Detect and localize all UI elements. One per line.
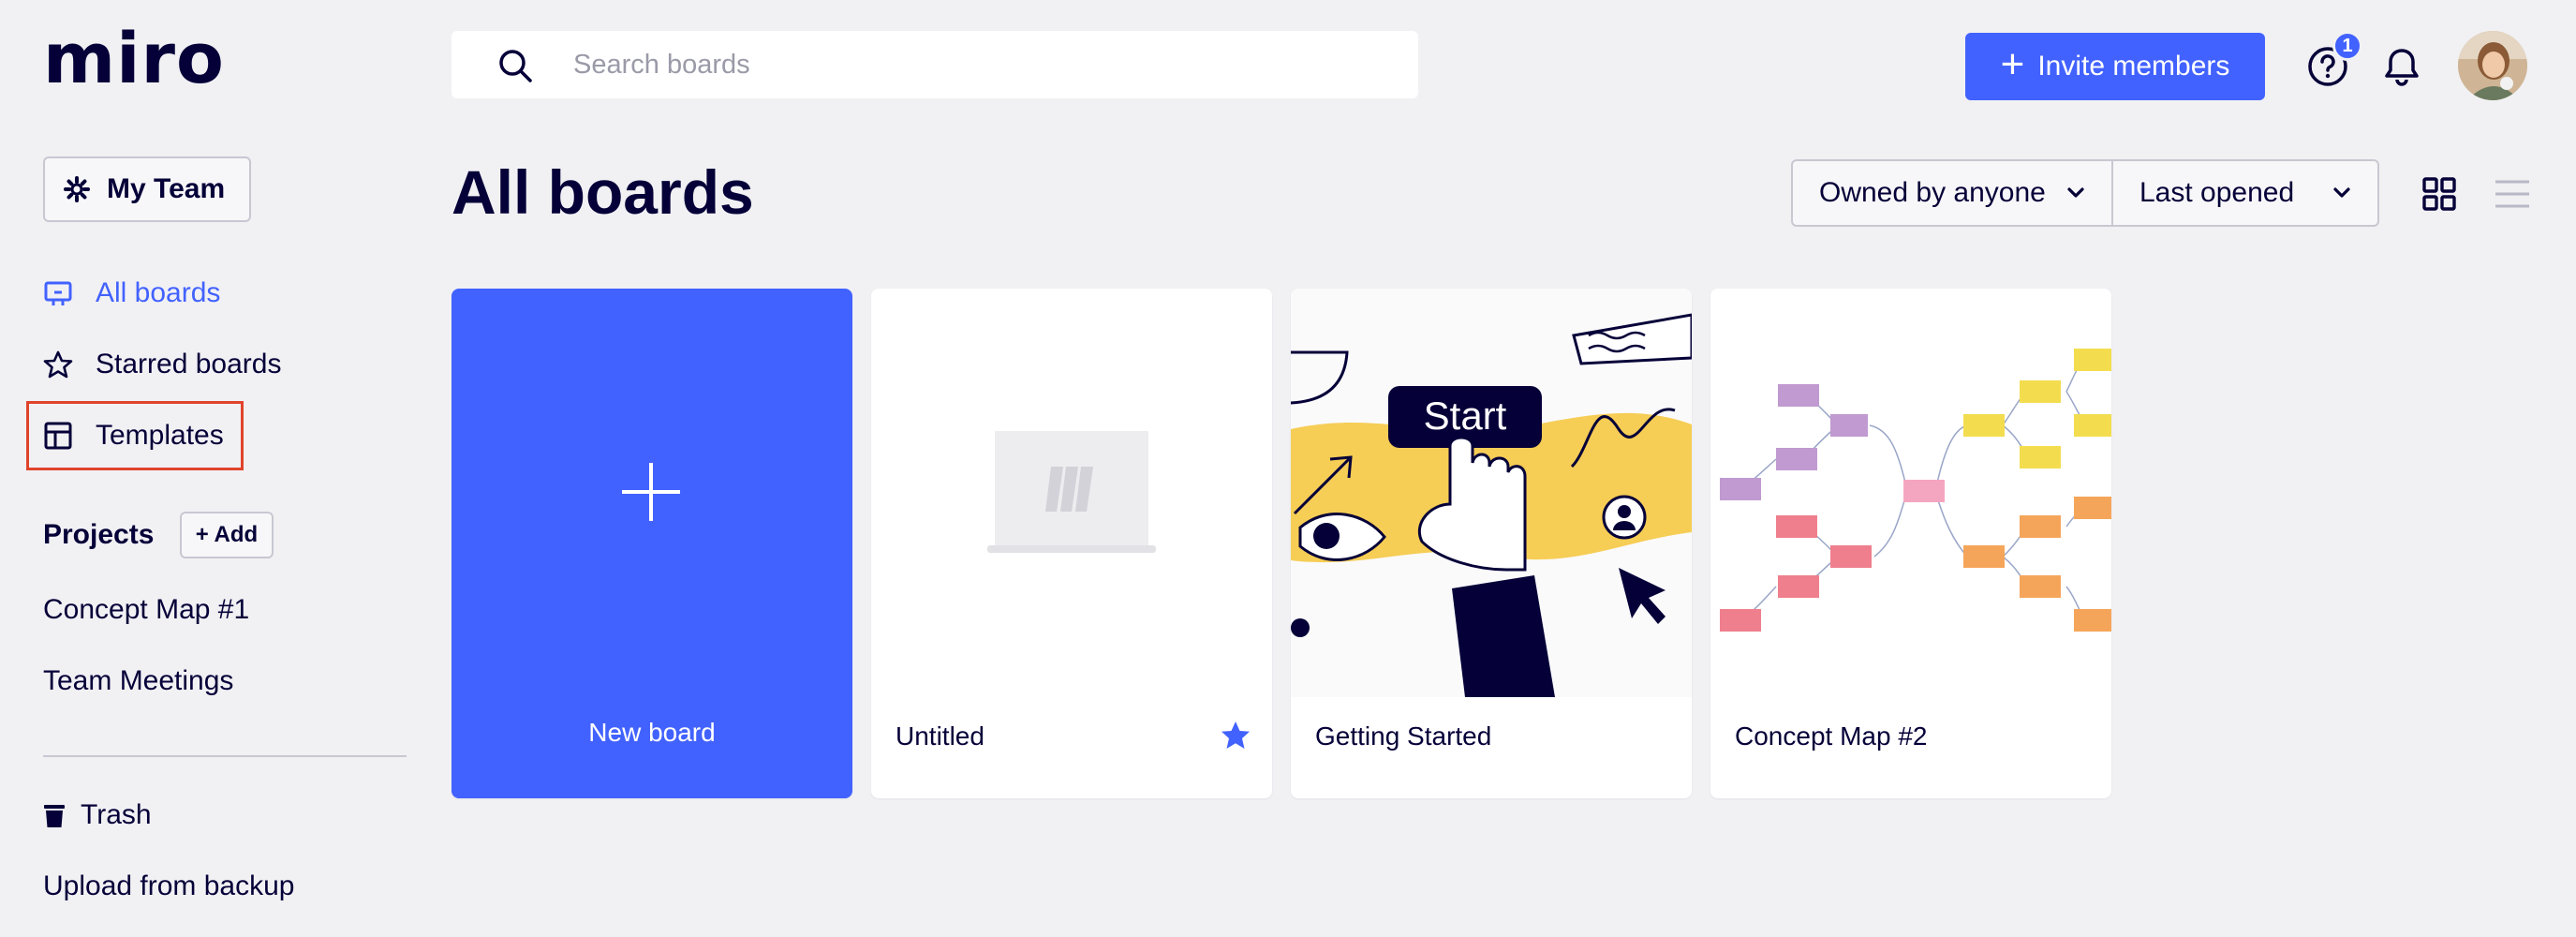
- invite-members-button[interactable]: + Invite members: [1965, 33, 2265, 100]
- template-icon: [44, 422, 72, 450]
- invite-members-label: Invite members: [2037, 51, 2230, 82]
- start-text: Start: [1424, 394, 1507, 438]
- avatar-image: [2458, 31, 2527, 100]
- star-icon[interactable]: [1220, 720, 1251, 751]
- board-thumbnail: Start: [1291, 289, 1692, 697]
- sidebar-divider: [43, 755, 407, 757]
- my-team-label: My Team: [107, 173, 226, 204]
- page-title: All boards: [452, 157, 754, 227]
- search-bar[interactable]: [452, 31, 1418, 98]
- owner-filter-dropdown[interactable]: Owned by anyone: [1791, 159, 2113, 227]
- sidebar-item-label: Templates: [96, 420, 224, 451]
- new-board-card[interactable]: New board: [452, 289, 852, 798]
- notification-count-badge: 1: [2332, 31, 2362, 61]
- grid-view-icon[interactable]: [2422, 177, 2456, 211]
- project-item[interactable]: Concept Map #1: [43, 591, 249, 629]
- search-input[interactable]: [573, 31, 1398, 98]
- list-view-icon[interactable]: [2495, 177, 2529, 211]
- board-title: Untitled: [896, 721, 985, 751]
- board-thumbnail: [1710, 289, 2111, 697]
- sidebar-item-trash[interactable]: Trash: [43, 792, 152, 839]
- project-item[interactable]: Team Meetings: [43, 662, 233, 700]
- sidebar-item-starred-boards[interactable]: Starred boards: [43, 341, 281, 388]
- sidebar-item-label: Starred boards: [96, 349, 282, 379]
- board-thumbnail: [871, 289, 1272, 697]
- sidebar-item-all-boards[interactable]: All boards: [43, 270, 220, 317]
- board-card[interactable]: Concept Map #2: [1710, 289, 2111, 798]
- miro-logo[interactable]: miro: [43, 17, 225, 101]
- sidebar-item-label: Trash: [81, 799, 152, 830]
- board-icon: [44, 281, 72, 305]
- board-title: Getting Started: [1315, 721, 1492, 751]
- new-board-label: New board: [588, 718, 716, 747]
- my-team-button[interactable]: My Team: [43, 156, 251, 222]
- trash-icon: [44, 805, 65, 827]
- star-icon: [43, 350, 73, 379]
- board-card[interactable]: Untitled: [871, 289, 1272, 798]
- search-icon: [499, 50, 532, 82]
- gear-icon: [64, 176, 90, 202]
- chevron-down-icon: [2067, 187, 2084, 198]
- sort-value: Last opened: [2139, 177, 2295, 208]
- add-project-button[interactable]: + Add: [180, 512, 274, 558]
- sidebar-item-templates[interactable]: Templates: [43, 412, 224, 459]
- board-card[interactable]: Start Getting Started: [1291, 289, 1692, 798]
- upload-from-backup-link[interactable]: Upload from backup: [43, 868, 294, 905]
- plus-icon: [622, 463, 680, 521]
- plus-icon: +: [2000, 41, 2025, 87]
- owner-filter-value: Owned by anyone: [1819, 177, 2046, 208]
- sidebar-item-label: All boards: [96, 277, 221, 308]
- sort-dropdown[interactable]: Last opened: [2111, 159, 2379, 227]
- chevron-down-icon: [2333, 187, 2350, 198]
- user-avatar[interactable]: [2458, 31, 2527, 100]
- bell-icon[interactable]: [2381, 45, 2422, 88]
- projects-heading: Projects: [43, 519, 155, 550]
- board-title: Concept Map #2: [1735, 721, 1928, 751]
